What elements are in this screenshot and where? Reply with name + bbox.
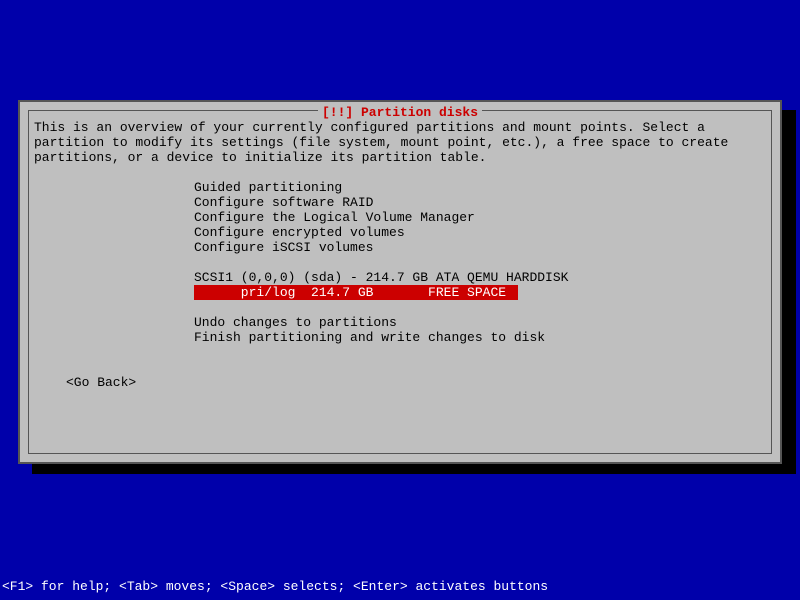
partition-dialog: [!!] Partition disks This is an overview… xyxy=(18,100,782,464)
dialog-border xyxy=(28,110,772,454)
dialog-title-wrap: [!!] Partition disks xyxy=(20,105,780,120)
dialog-title: [!!] Partition disks xyxy=(318,105,482,120)
footer-help: <F1> for help; <Tab> moves; <Space> sele… xyxy=(2,579,548,594)
